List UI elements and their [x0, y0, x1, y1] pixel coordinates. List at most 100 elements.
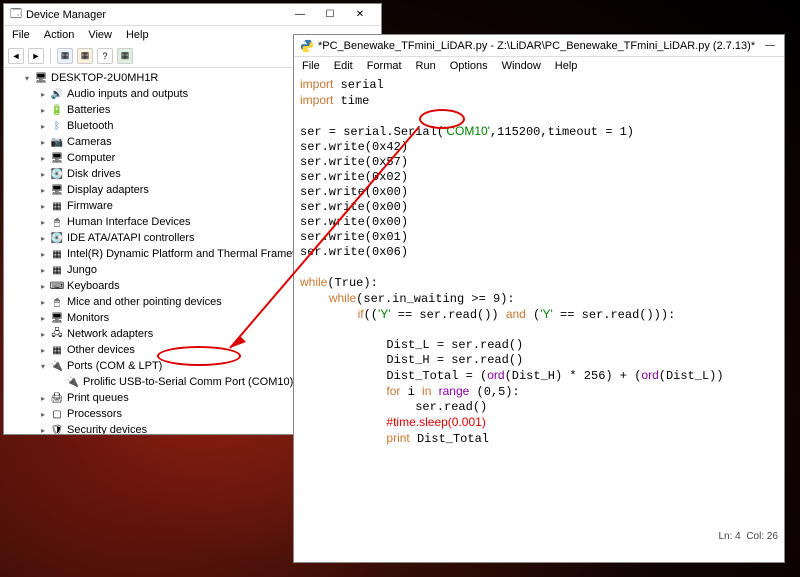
chevron-right-icon[interactable]: ▸: [38, 218, 48, 227]
chevron-down-icon[interactable]: ▾: [38, 362, 48, 371]
menu-bar: FileEditFormatRunOptionsWindowHelp: [294, 57, 784, 75]
tree-node-label: Disk drives: [67, 168, 121, 180]
tree-node-label: Prolific USB-to-Serial Comm Port (COM10): [83, 376, 293, 388]
tree-node-label: Intel(R) Dynamic Platform and Thermal Fr…: [67, 248, 316, 260]
device-icon: 💽: [50, 168, 64, 180]
chevron-right-icon[interactable]: ▸: [38, 186, 48, 195]
chevron-right-icon[interactable]: ▸: [38, 106, 48, 115]
device-icon: ᛒ: [50, 120, 64, 132]
device-icon: 🖱: [50, 216, 64, 228]
device-icon: 🛡: [50, 424, 64, 434]
chevron-right-icon[interactable]: ▸: [38, 330, 48, 339]
tree-node-label: Network adapters: [67, 328, 153, 340]
chevron-right-icon[interactable]: ▸: [38, 250, 48, 259]
tree-node-label: Display adapters: [67, 184, 149, 196]
computer-icon: 🖥: [34, 72, 48, 84]
chevron-right-icon[interactable]: ▸: [38, 426, 48, 435]
status-column: Col: 26: [746, 531, 778, 542]
ports-icon: 🔌: [50, 360, 64, 372]
tree-node-label: Bluetooth: [67, 120, 113, 132]
tree-node-label: Other devices: [67, 344, 135, 356]
chevron-down-icon[interactable]: ▾: [22, 74, 32, 83]
device-icon: ▦: [50, 264, 64, 276]
device-icon: 💽: [50, 232, 64, 244]
tree-node-label: Keyboards: [67, 280, 120, 292]
tree-node-label: Computer: [67, 152, 115, 164]
tree-node-label: Processors: [67, 408, 122, 420]
device-icon: 🖨: [50, 392, 64, 404]
tree-node-label: Cameras: [67, 136, 112, 148]
python-idle-window: *PC_Benewake_TFmini_LiDAR.py - Z:\LiDAR\…: [293, 34, 785, 563]
code-editor[interactable]: import serial import time ser = serial.S…: [294, 75, 784, 544]
device-icon: 📷: [50, 136, 64, 148]
toolbar-icon-4[interactable]: ▦: [117, 48, 133, 64]
chevron-right-icon[interactable]: ▸: [38, 170, 48, 179]
chevron-right-icon[interactable]: ▸: [38, 202, 48, 211]
minimize-button[interactable]: —: [755, 36, 785, 56]
menu-action[interactable]: Action: [38, 28, 81, 42]
tree-node-label: Ports (COM & LPT): [67, 360, 162, 372]
device-icon: 🖥: [50, 152, 64, 164]
toolbar-icon-1[interactable]: ▦: [57, 48, 73, 64]
device-icon: 🔋: [50, 104, 64, 116]
chevron-right-icon[interactable]: ▸: [38, 90, 48, 99]
chevron-right-icon[interactable]: ▸: [38, 346, 48, 355]
title-bar[interactable]: *PC_Benewake_TFmini_LiDAR.py - Z:\LiDAR\…: [294, 35, 784, 57]
menu-view[interactable]: View: [82, 28, 118, 42]
toolbar-icon-2[interactable]: ▦: [77, 48, 93, 64]
tree-node-label: Mice and other pointing devices: [67, 296, 222, 308]
menu-window[interactable]: Window: [496, 59, 547, 73]
tree-node-label: Batteries: [67, 104, 110, 116]
tree-node-label: IDE ATA/ATAPI controllers: [67, 232, 195, 244]
chevron-right-icon[interactable]: ▸: [38, 282, 48, 291]
tree-root-label: DESKTOP-2U0MH1R: [51, 72, 158, 84]
device-icon: ▢: [50, 408, 64, 420]
tree-node-label: Print queues: [67, 392, 129, 404]
chevron-right-icon[interactable]: ▸: [38, 410, 48, 419]
chevron-right-icon[interactable]: ▸: [38, 138, 48, 147]
device-icon: 🔊: [50, 88, 64, 100]
menu-run[interactable]: Run: [410, 59, 442, 73]
forward-button[interactable]: ►: [28, 48, 44, 64]
chevron-right-icon[interactable]: ▸: [38, 314, 48, 323]
maximize-button[interactable]: ☐: [785, 36, 800, 56]
window-title: Device Manager: [26, 9, 106, 21]
menu-file[interactable]: File: [6, 28, 36, 42]
device-icon: ▦: [50, 200, 64, 212]
menu-format[interactable]: Format: [361, 59, 408, 73]
chevron-right-icon[interactable]: ▸: [38, 234, 48, 243]
device-icon: 🖥: [50, 312, 64, 324]
menu-file[interactable]: File: [296, 59, 326, 73]
device-icon: 🖧: [50, 328, 64, 340]
code-content[interactable]: import serial import time ser = serial.S…: [294, 75, 784, 449]
chevron-right-icon[interactable]: ▸: [38, 122, 48, 131]
menu-help[interactable]: Help: [549, 59, 584, 73]
device-icon: 🖥: [50, 184, 64, 196]
device-icon: ▦: [50, 248, 64, 260]
chevron-right-icon[interactable]: ▸: [38, 394, 48, 403]
back-button[interactable]: ◄: [8, 48, 24, 64]
chevron-right-icon[interactable]: ▸: [38, 266, 48, 275]
tree-node-label: Human Interface Devices: [67, 216, 191, 228]
menu-options[interactable]: Options: [444, 59, 494, 73]
python-icon: [300, 39, 314, 53]
menu-edit[interactable]: Edit: [328, 59, 359, 73]
tree-node-label: Jungo: [67, 264, 97, 276]
tree-node-label: Monitors: [67, 312, 109, 324]
device-icon: 🖱: [50, 296, 64, 308]
serial-port-icon: 🔌: [66, 376, 80, 388]
window-title: *PC_Benewake_TFmini_LiDAR.py - Z:\LiDAR\…: [318, 40, 755, 52]
status-bar: Ln: 4 Col: 26: [719, 528, 779, 544]
minimize-button[interactable]: —: [285, 5, 315, 25]
tree-node-label: Firmware: [67, 200, 113, 212]
toolbar-icon-3[interactable]: ?: [97, 48, 113, 64]
tree-node-label: Audio inputs and outputs: [67, 88, 188, 100]
chevron-right-icon[interactable]: ▸: [38, 298, 48, 307]
device-icon: ▦: [50, 344, 64, 356]
close-button[interactable]: ✕: [345, 5, 375, 25]
status-line: Ln: 4: [719, 531, 741, 542]
maximize-button[interactable]: ☐: [315, 5, 345, 25]
chevron-right-icon[interactable]: ▸: [38, 154, 48, 163]
menu-help[interactable]: Help: [120, 28, 155, 42]
title-bar[interactable]: 🗔Device Manager — ☐ ✕: [4, 4, 381, 26]
